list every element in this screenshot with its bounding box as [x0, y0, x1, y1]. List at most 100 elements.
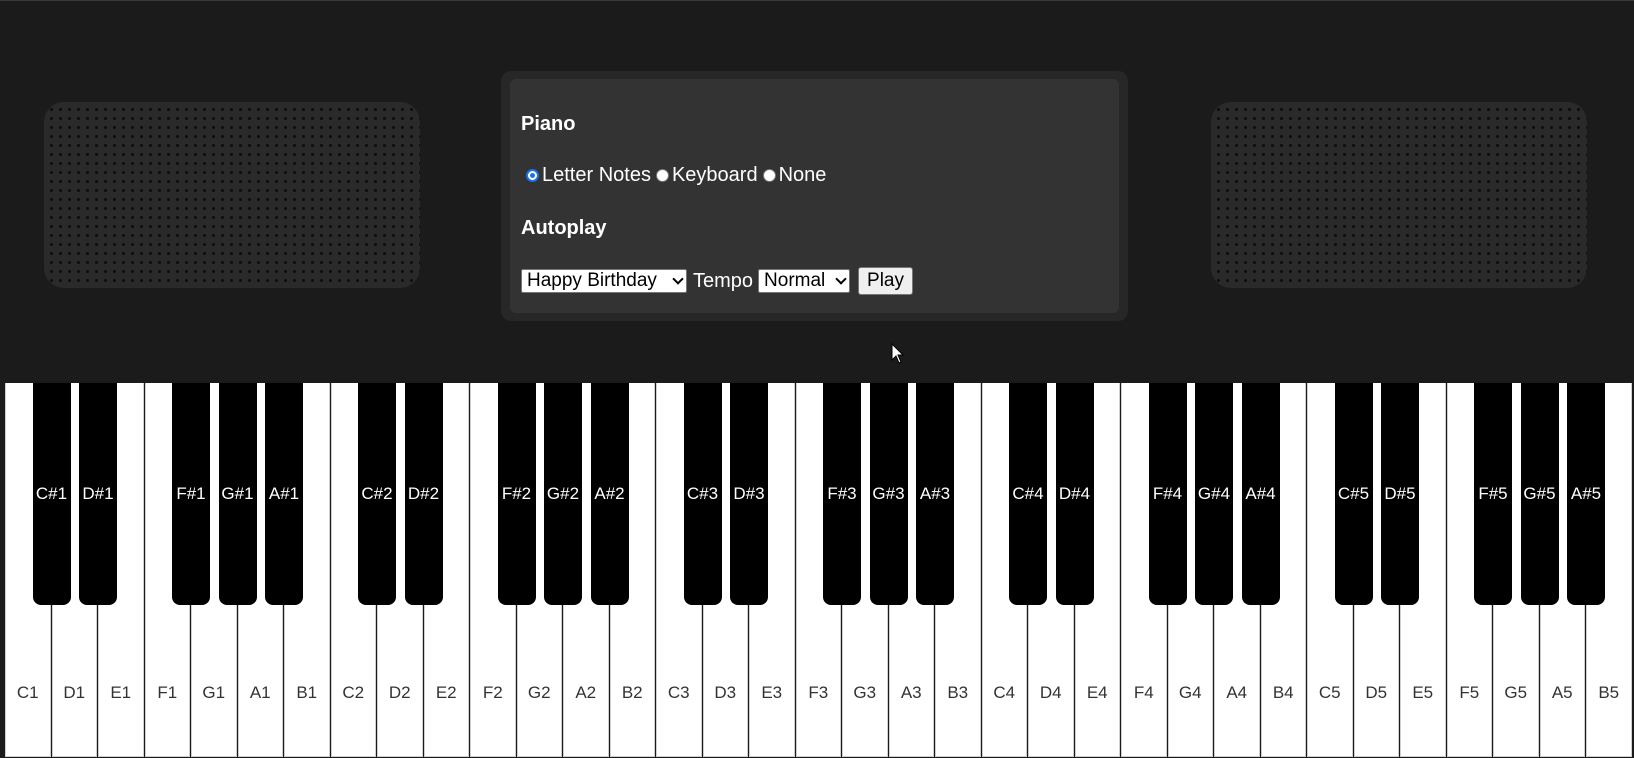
white-key-label: G2 — [527, 683, 551, 702]
autoplay-controls: Happy Birthday Tempo Normal Play — [521, 267, 913, 295]
white-key-label: D2 — [388, 683, 411, 702]
note-label-options: Letter Notes Keyboard None — [526, 164, 831, 187]
tempo-select-value: Normal — [764, 270, 826, 291]
black-key-label: A#1 — [268, 484, 300, 503]
letter-notes-label[interactable]: Letter Notes — [542, 164, 651, 187]
control-area: Piano Letter Notes Keyboard None Autopla… — [0, 0, 1634, 383]
black-key-label: G#4 — [1197, 484, 1231, 503]
white-key-label: C3 — [667, 683, 690, 702]
white-key-label: A2 — [575, 683, 597, 702]
white-key-label: G1 — [202, 683, 226, 702]
left-speaker-grille — [44, 102, 420, 288]
white-key-label: C2 — [342, 683, 365, 702]
black-key-label: D#5 — [1384, 484, 1416, 503]
black-key-dsharp2[interactable]: D#2 — [404, 383, 443, 605]
black-key-label: C#2 — [361, 484, 393, 503]
black-key-gsharp3[interactable]: G#3 — [869, 383, 908, 605]
white-key-label: E3 — [761, 683, 783, 702]
black-key-dsharp5[interactable]: D#5 — [1381, 383, 1419, 605]
song-select-value: Happy Birthday — [527, 270, 657, 291]
keyboard-radio[interactable] — [655, 169, 669, 182]
white-key-label: A3 — [900, 683, 922, 702]
play-button[interactable]: Play — [858, 267, 913, 295]
black-key-dsharp3[interactable]: D#3 — [730, 383, 768, 605]
right-speaker-grille — [1211, 102, 1587, 288]
white-key-label: F3 — [808, 683, 829, 702]
black-key-csharp1[interactable]: C#1 — [32, 383, 71, 605]
black-key-dsharp1[interactable]: D#1 — [79, 383, 117, 605]
white-key-label: F4 — [1133, 683, 1154, 702]
white-key-label: G3 — [853, 683, 877, 702]
black-key-label: D#1 — [82, 484, 114, 503]
black-key-fsharp1[interactable]: F#1 — [172, 383, 210, 605]
white-key-label: G5 — [1504, 683, 1528, 702]
black-key-label: D#4 — [1058, 484, 1091, 503]
black-key-asharp2[interactable]: A#2 — [590, 383, 629, 605]
black-key-asharp1[interactable]: A#1 — [265, 383, 303, 605]
white-key-label: D1 — [63, 683, 86, 702]
tempo-select[interactable]: Normal — [758, 269, 851, 293]
white-key-label: B5 — [1598, 683, 1620, 702]
black-key-label: D#3 — [733, 484, 765, 503]
white-key-label: D3 — [714, 683, 737, 702]
white-key-label: E4 — [1086, 683, 1108, 702]
white-key-label: A5 — [1551, 683, 1573, 702]
white-key-label: C4 — [993, 683, 1016, 702]
white-key-label: C5 — [1318, 683, 1341, 702]
black-key-label: F#3 — [827, 484, 857, 503]
piano-keyboard: C1 D1 E1 F1 G1 A1 B1 C2 D2 E2 F2 G2 A2 B2 C3 D3 E3 F3 G3 A3… — [0, 383, 1634, 758]
black-key-gsharp2[interactable]: G#2 — [544, 383, 582, 605]
black-key-label: G#3 — [872, 484, 905, 503]
white-key-label: G4 — [1178, 683, 1202, 702]
black-key-fsharp2[interactable]: F#2 — [497, 383, 536, 605]
none-radio[interactable] — [762, 169, 776, 182]
piano-section-title: Piano — [521, 113, 576, 135]
black-key-gsharp1[interactable]: G#1 — [218, 383, 257, 605]
autoplay-section-title: Autoplay — [521, 217, 607, 239]
white-key-label: D4 — [1039, 683, 1062, 702]
black-key-asharp4[interactable]: A#4 — [1241, 383, 1280, 605]
white-key-label: E2 — [435, 683, 457, 702]
black-key-label: C#5 — [1337, 484, 1370, 503]
white-key-label: B3 — [947, 683, 969, 702]
black-key-label: G#5 — [1523, 484, 1556, 503]
black-key-label: C#3 — [686, 484, 719, 503]
white-key-label: A4 — [1226, 683, 1248, 702]
black-key-label: C#1 — [35, 484, 68, 503]
white-key-label: B4 — [1272, 683, 1294, 702]
white-key-label: D5 — [1365, 683, 1388, 702]
black-key-csharp4[interactable]: C#4 — [1009, 383, 1047, 605]
control-panel-inner: Piano Letter Notes Keyboard None Autopla… — [510, 79, 1119, 313]
white-key-label: E1 — [110, 683, 132, 702]
black-key-label: F#1 — [176, 484, 206, 503]
chevron-down-icon — [672, 272, 684, 285]
black-key-dsharp4[interactable]: D#4 — [1055, 383, 1094, 605]
black-key-label: A#4 — [1245, 484, 1276, 503]
none-label[interactable]: None — [779, 164, 827, 187]
letter-notes-radio[interactable] — [526, 169, 539, 182]
tempo-label: Tempo — [693, 269, 754, 292]
black-key-fsharp5[interactable]: F#5 — [1474, 383, 1512, 605]
black-key-label: F#5 — [1478, 484, 1508, 503]
black-key-label: F#2 — [501, 484, 532, 503]
black-key-label: A#2 — [594, 484, 625, 503]
white-key-label: F5 — [1459, 683, 1480, 702]
black-key-csharp3[interactable]: C#3 — [683, 383, 722, 605]
black-key-gsharp5[interactable]: G#5 — [1520, 383, 1559, 605]
song-select[interactable]: Happy Birthday — [521, 269, 687, 293]
white-key-label: C1 — [16, 683, 39, 702]
black-key-gsharp4[interactable]: G#4 — [1195, 383, 1233, 605]
black-key-fsharp4[interactable]: F#4 — [1148, 383, 1187, 605]
black-key-fsharp3[interactable]: F#3 — [823, 383, 861, 605]
control-panel: Piano Letter Notes Keyboard None Autopla… — [501, 71, 1128, 321]
black-key-label: F#4 — [1152, 484, 1183, 503]
white-key-label: B2 — [621, 683, 643, 702]
black-key-label: D#2 — [407, 484, 440, 503]
black-key-asharp3[interactable]: A#3 — [916, 383, 954, 605]
black-key-csharp2[interactable]: C#2 — [358, 383, 396, 605]
black-key-asharp5[interactable]: A#5 — [1567, 383, 1605, 605]
keyboard-label[interactable]: Keyboard — [672, 164, 758, 187]
black-key-csharp5[interactable]: C#5 — [1334, 383, 1373, 605]
black-key-label: A#3 — [919, 484, 951, 503]
mouse-cursor-icon — [891, 342, 905, 364]
